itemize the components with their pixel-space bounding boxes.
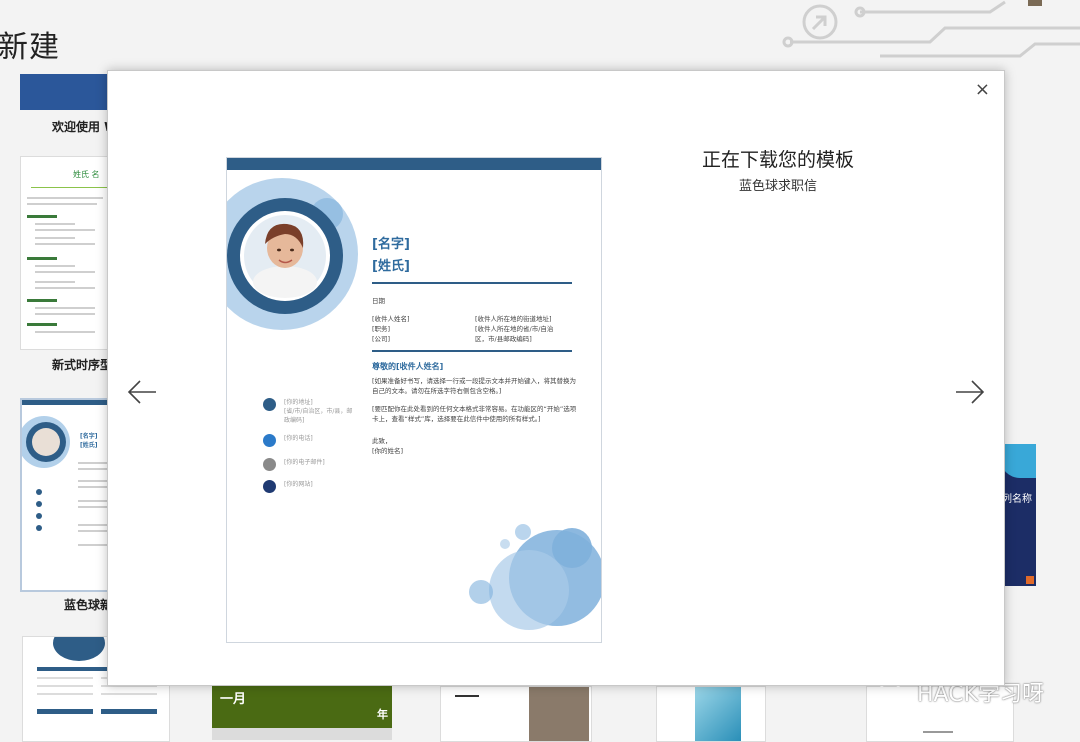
template-preview-dialog: × [名字] [姓氏] 日期 [收件人姓名] [职务] [公司] [收件人所在地… <box>107 70 1005 686</box>
preview-divider <box>372 282 572 284</box>
preview-signature: [你的姓名] <box>372 447 404 455</box>
template-thumbnail: [名字] [姓氏] <box>22 400 112 546</box>
svg-text:[名字]: [名字] <box>80 432 98 440</box>
svg-text:姓氏 名: 姓氏 名 <box>73 169 100 179</box>
recipient-company: [公司] <box>372 335 391 343</box>
template-label-timeline: 新式时序型 <box>52 358 113 372</box>
card-partial-title: 列名称 <box>1002 494 1032 505</box>
page-title: 新建 <box>0 30 60 65</box>
recipient-city: [收件人所在地的省/市/自治 <box>475 325 554 333</box>
template-card-blue-abstract[interactable] <box>656 686 766 742</box>
contact-phone: [你的电话] <box>263 434 313 447</box>
template-name: 蓝色球求职信 <box>738 179 817 194</box>
contact-email: [你的电子邮件] <box>263 458 325 471</box>
preview-divider <box>372 350 572 352</box>
preview-name: [名字] [姓氏] <box>372 234 410 278</box>
phone-icon <box>263 434 276 447</box>
contact-address-text: [你的地址] [省/市/自治区，市/县，邮政编码] <box>284 399 353 424</box>
preview-paragraph-1: [如果准备好书写，请选择一行或一段提示文本并开始键入，将其替换为自己的文本。请勿… <box>372 377 577 395</box>
template-thumbnail: 姓氏 名 <box>27 169 107 333</box>
next-template-button[interactable] <box>954 379 986 405</box>
calendar-month-text: 一月 <box>220 692 247 707</box>
contact-website-text: [你的网站] <box>284 481 313 488</box>
template-card-blue-sphere-resume[interactable]: [名字] [姓氏] <box>20 398 114 592</box>
preview-paragraph-2: [要匹配你在此处看到的任何文本格式非常容易。在功能区的“开始”选项卡上，查看“样… <box>372 405 577 423</box>
template-card-brochure[interactable] <box>440 686 592 742</box>
template-card-dark-blue[interactable]: 列名称 <box>1000 444 1036 586</box>
svg-text:[姓氏]: [姓氏] <box>80 441 98 449</box>
profile-sphere-graphic <box>227 178 358 330</box>
contact-address: [你的地址] [省/市/自治区，市/县，邮政编码] <box>263 398 354 425</box>
template-label-blue-sphere: 蓝色球新 <box>64 598 113 612</box>
recipient-block: [收件人姓名] [职务] [公司] <box>372 314 410 344</box>
close-button[interactable]: × <box>975 79 990 100</box>
recipient-name: [收件人姓名] <box>372 315 410 323</box>
preview-date: 日期 <box>372 297 385 305</box>
contact-phone-text: [你的电话] <box>284 435 313 442</box>
recipient-title: [职务] <box>372 325 391 333</box>
preview-header-bar <box>227 158 601 170</box>
recipient-street: [收件人所在地的街道地址] <box>475 315 552 323</box>
preview-closing: 此致， <box>372 437 392 445</box>
download-status-title: 正在下载您的模板 <box>701 149 854 171</box>
template-preview-page: [名字] [姓氏] 日期 [收件人姓名] [职务] [公司] [收件人所在地的街… <box>226 157 602 643</box>
template-card-calendar-green[interactable]: 一月 年 <box>212 686 392 740</box>
template-card-welcome[interactable] <box>20 74 110 110</box>
recipient-city-2: 区，市/县邮政编码] <box>475 335 532 343</box>
preview-salutation: 尊敬的[收件人姓名] <box>372 362 444 371</box>
decorative-spheres <box>469 524 601 630</box>
preview-last-name: [姓氏] <box>372 259 410 274</box>
website-icon <box>263 480 276 493</box>
email-icon <box>263 458 276 471</box>
contact-website: [你的网站] <box>263 480 313 493</box>
decorative-circuit-graphic <box>782 0 1080 58</box>
previous-template-button[interactable] <box>126 379 158 405</box>
contact-email-text: [你的电子邮件] <box>284 459 325 466</box>
calendar-year-text: 年 <box>377 708 388 721</box>
template-card-timeline-resume[interactable]: 姓氏 名 <box>20 156 112 350</box>
location-icon <box>263 398 276 411</box>
recipient-address-block: [收件人所在地的街道地址] [收件人所在地的省/市/自治 区，市/县邮政编码] <box>475 314 575 344</box>
account-avatar[interactable] <box>1028 0 1042 6</box>
preview-first-name: [名字] <box>372 237 410 252</box>
